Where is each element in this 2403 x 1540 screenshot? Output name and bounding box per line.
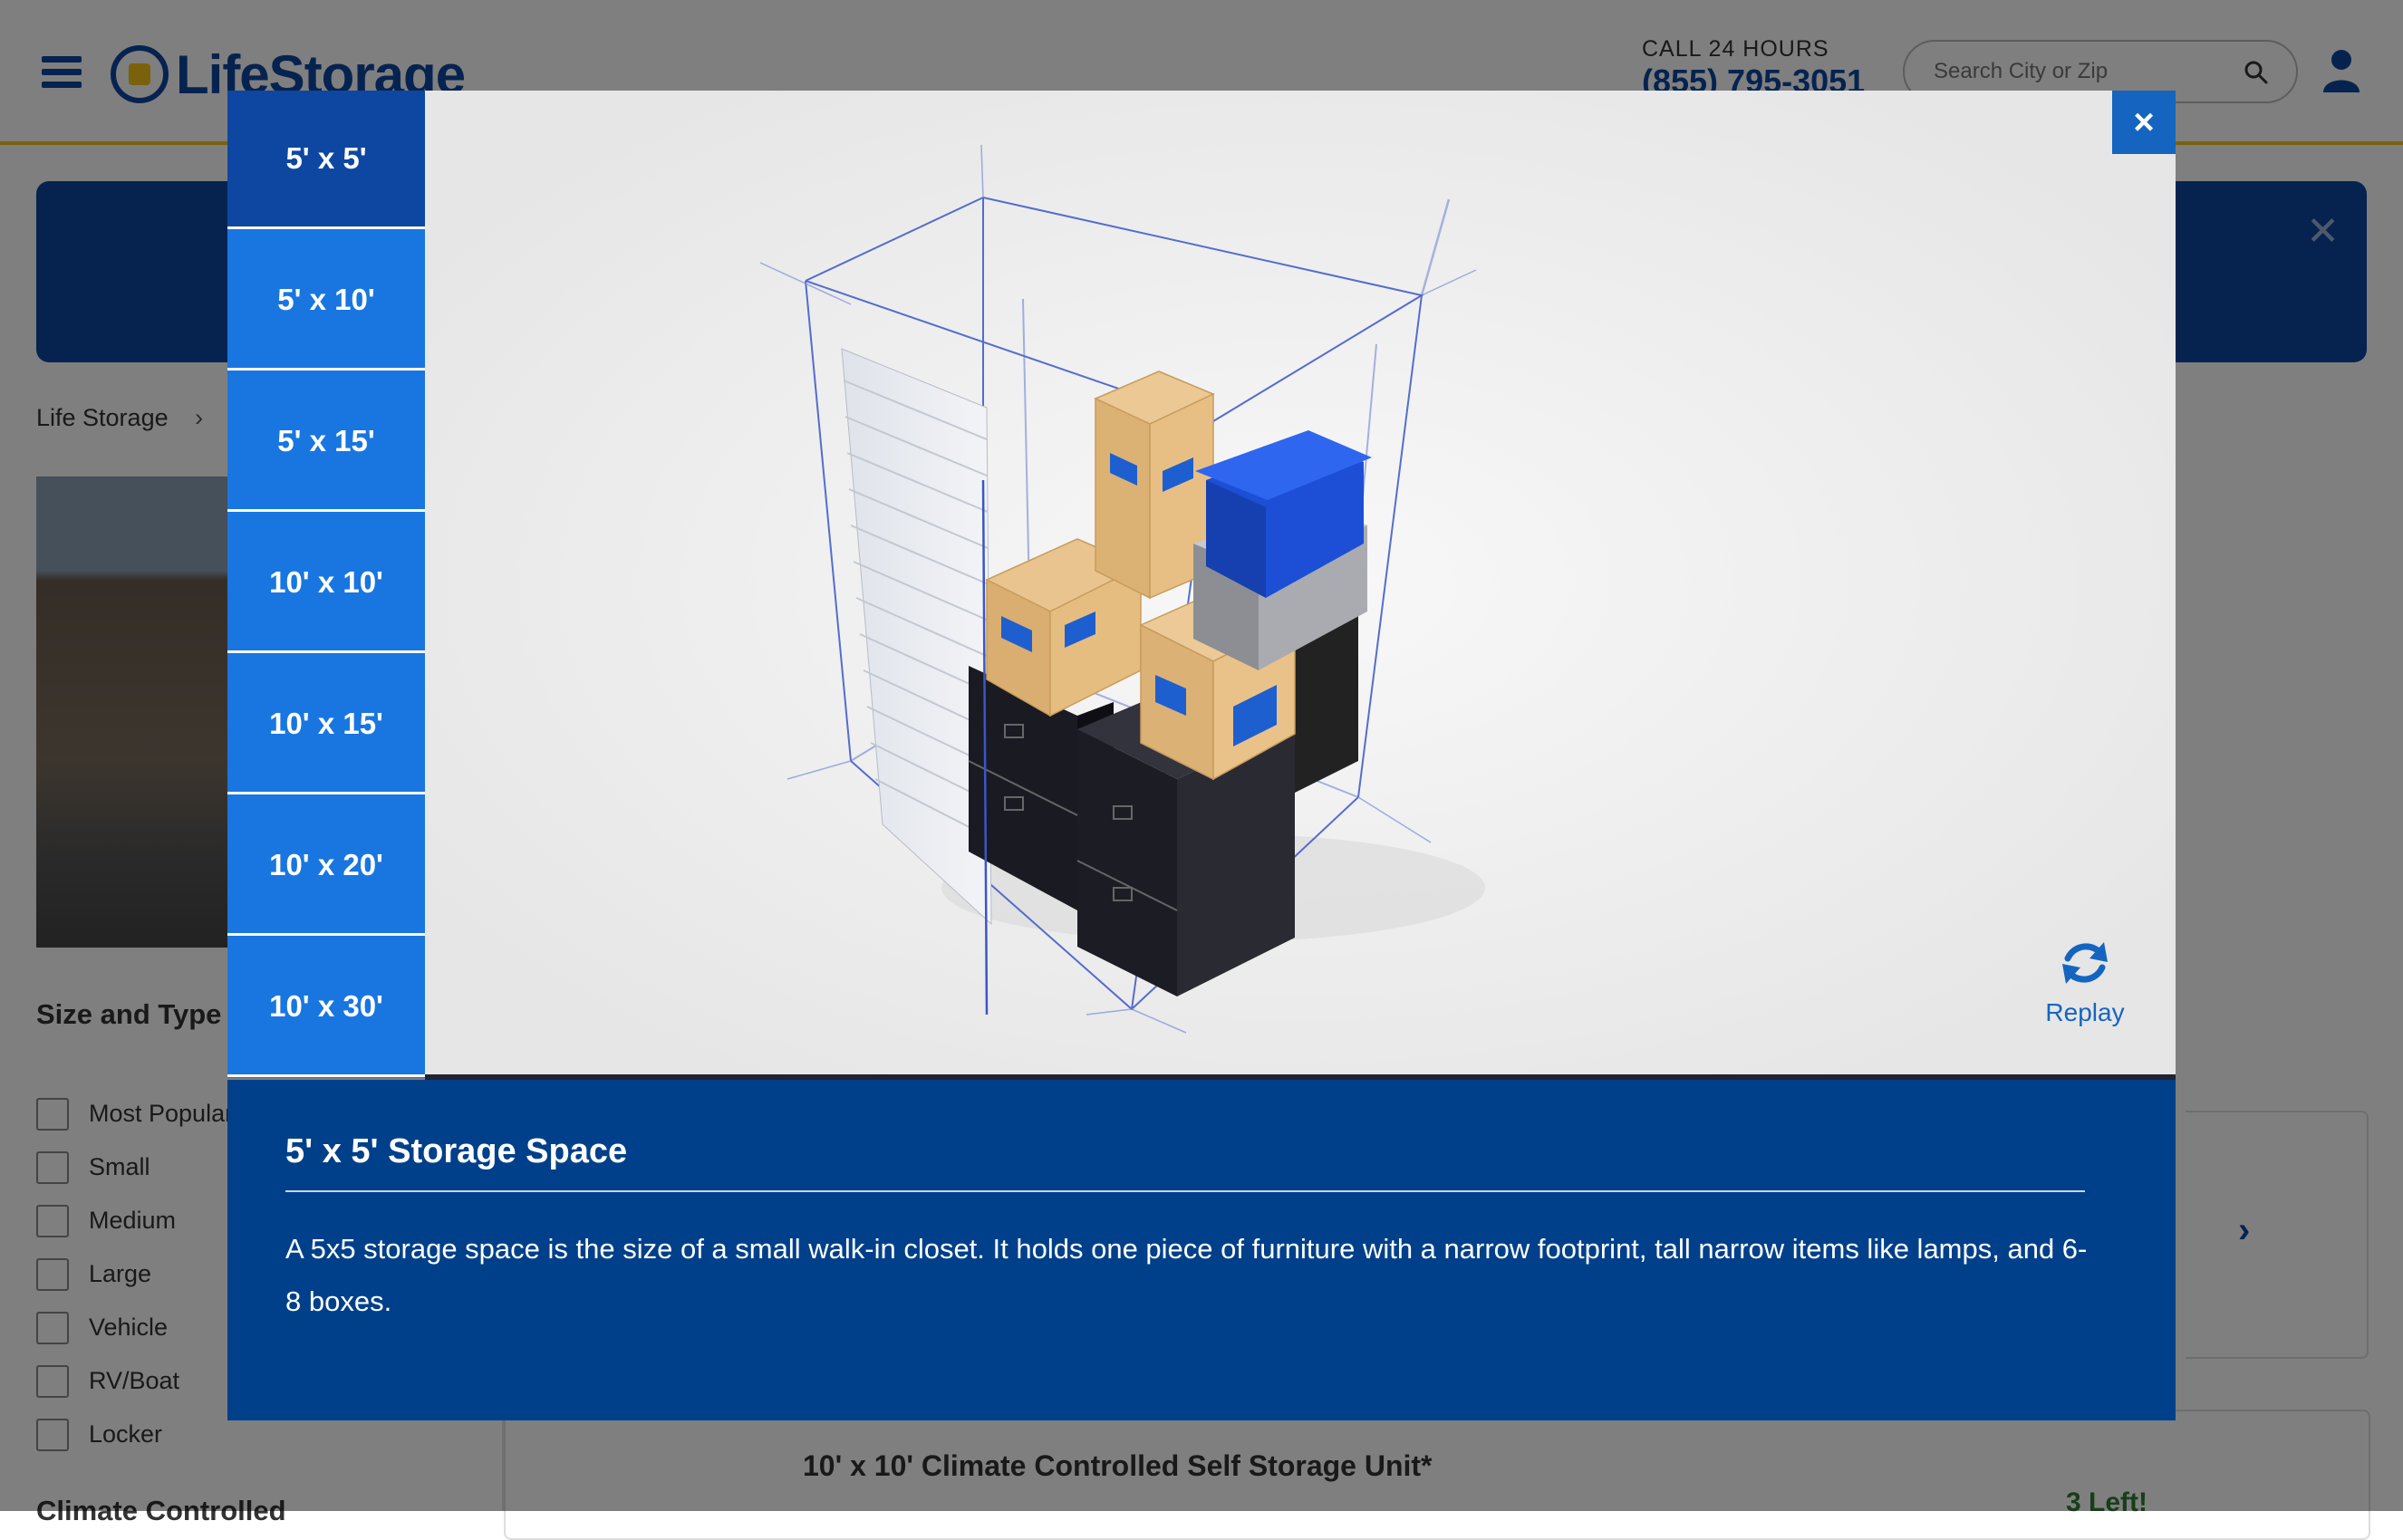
- storage-unit-illustration: [425, 91, 2176, 1074]
- tab-10x10[interactable]: 10' x 10': [227, 515, 425, 653]
- tab-5x15[interactable]: 5' x 15': [227, 373, 425, 512]
- tab-5x10[interactable]: 5' x 10': [227, 232, 425, 371]
- replay-button[interactable]: Replay: [2040, 935, 2130, 1027]
- tab-10x20[interactable]: 10' x 20': [227, 797, 425, 936]
- divider: [285, 1190, 2085, 1192]
- replay-label: Replay: [2045, 998, 2125, 1026]
- size-tabs: 5' x 5' 5' x 10' 5' x 15' 10' x 10' 10' …: [227, 91, 436, 1078]
- size-info-description: A 5x5 storage space is the size of a sma…: [285, 1233, 2088, 1317]
- tab-10x15[interactable]: 10' x 15': [227, 656, 425, 794]
- unit-3d-viewer[interactable]: [425, 91, 2176, 1074]
- size-info-panel: 5' x 5' Storage Space A 5x5 storage spac…: [227, 1080, 2176, 1420]
- refresh-icon: [2062, 942, 2108, 984]
- size-info-title: 5' x 5' Storage Space: [285, 1132, 628, 1170]
- tab-10x30[interactable]: 10' x 30': [227, 938, 425, 1077]
- size-guide-modal: 5' x 5' 5' x 10' 5' x 15' 10' x 10' 10' …: [227, 91, 2176, 1420]
- tab-5x5[interactable]: 5' x 5': [227, 91, 436, 229]
- modal-close-button[interactable]: ×: [2112, 91, 2176, 154]
